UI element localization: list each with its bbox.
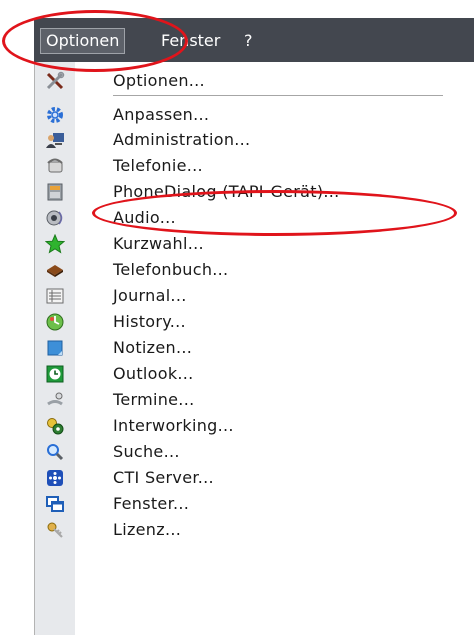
- menu-item-label: Optionen...: [113, 71, 205, 90]
- menu-item-notizen[interactable]: Notizen...: [35, 336, 451, 360]
- telephony-icon: [45, 156, 65, 176]
- menu-item-label: Administration...: [113, 130, 251, 149]
- menu-item-administration[interactable]: Administration...: [35, 128, 451, 152]
- menu-item-label: Anpassen...: [113, 105, 210, 124]
- windows-icon: [45, 494, 65, 514]
- search-icon: [45, 442, 65, 462]
- menu-item-kurzwahl[interactable]: Kurzwahl...: [35, 232, 451, 256]
- menu-item-history[interactable]: History...: [35, 310, 451, 334]
- menu-item-optionen[interactable]: Optionen...: [35, 69, 451, 93]
- journal-list-icon: [45, 286, 65, 306]
- menu-item-interworking[interactable]: Interworking...: [35, 414, 451, 438]
- book-icon: [45, 260, 65, 280]
- menu-item-termine[interactable]: Termine...: [35, 388, 451, 412]
- menu-item-label: Termine...: [113, 390, 195, 409]
- menu-item-suche[interactable]: Suche...: [35, 440, 451, 464]
- cti-server-icon: [45, 468, 65, 488]
- menu-item-cti-server[interactable]: CTI Server...: [35, 466, 451, 490]
- admin-computer-icon: [45, 130, 65, 150]
- menu-item-label: Telefonbuch...: [113, 260, 229, 279]
- menu-item-audio[interactable]: Audio...: [35, 206, 451, 230]
- menu-fenster[interactable]: Fenster: [156, 28, 225, 54]
- menu-item-label: Notizen...: [113, 338, 193, 357]
- tools-icon: [45, 71, 65, 91]
- menu-item-telefonbuch[interactable]: Telefonbuch...: [35, 258, 451, 282]
- menu-item-telefonie[interactable]: Telefonie...: [35, 154, 451, 178]
- menu-item-outlook[interactable]: Outlook...: [35, 362, 451, 386]
- menu-item-phonedialog[interactable]: PhoneDialog (TAPI-Gerät)...: [35, 180, 451, 204]
- menu-item-anpassen[interactable]: Anpassen...: [35, 103, 451, 127]
- menu-item-label: History...: [113, 312, 186, 331]
- options-dropdown-menu: Optionen... Anpassen... Administration..…: [34, 62, 451, 635]
- menu-item-label: Interworking...: [113, 416, 234, 435]
- appointment-icon: [45, 390, 65, 410]
- star-icon: [45, 234, 65, 254]
- menu-item-label: Telefonie...: [113, 156, 203, 175]
- phone-device-icon: [45, 182, 65, 202]
- menu-item-label: Journal...: [113, 286, 187, 305]
- gear-icon: [45, 105, 65, 125]
- menu-help[interactable]: ?: [239, 28, 258, 54]
- outlook-clock-icon: [45, 364, 65, 384]
- menu-separator: [113, 95, 443, 96]
- menu-item-label: PhoneDialog (TAPI-Gerät)...: [113, 182, 340, 201]
- menu-item-label: Audio...: [113, 208, 176, 227]
- menu-item-label: Outlook...: [113, 364, 194, 383]
- menu-item-label: Suche...: [113, 442, 180, 461]
- interworking-gears-icon: [45, 416, 65, 436]
- history-icon: [45, 312, 65, 332]
- menu-item-label: Kurzwahl...: [113, 234, 204, 253]
- menu-item-label: CTI Server...: [113, 468, 214, 487]
- note-icon: [45, 338, 65, 358]
- menu-optionen[interactable]: Optionen: [40, 28, 126, 54]
- menu-item-label: Lizenz...: [113, 520, 182, 539]
- menu-item-label: Fenster...: [113, 494, 190, 513]
- menu-bar: Optionen Fenster ?: [34, 18, 474, 62]
- menu-item-journal[interactable]: Journal...: [35, 284, 451, 308]
- menu-item-fenster[interactable]: Fenster...: [35, 492, 451, 516]
- menu-item-lizenz[interactable]: Lizenz...: [35, 518, 451, 542]
- audio-icon: [45, 208, 65, 228]
- license-key-icon: [45, 520, 65, 540]
